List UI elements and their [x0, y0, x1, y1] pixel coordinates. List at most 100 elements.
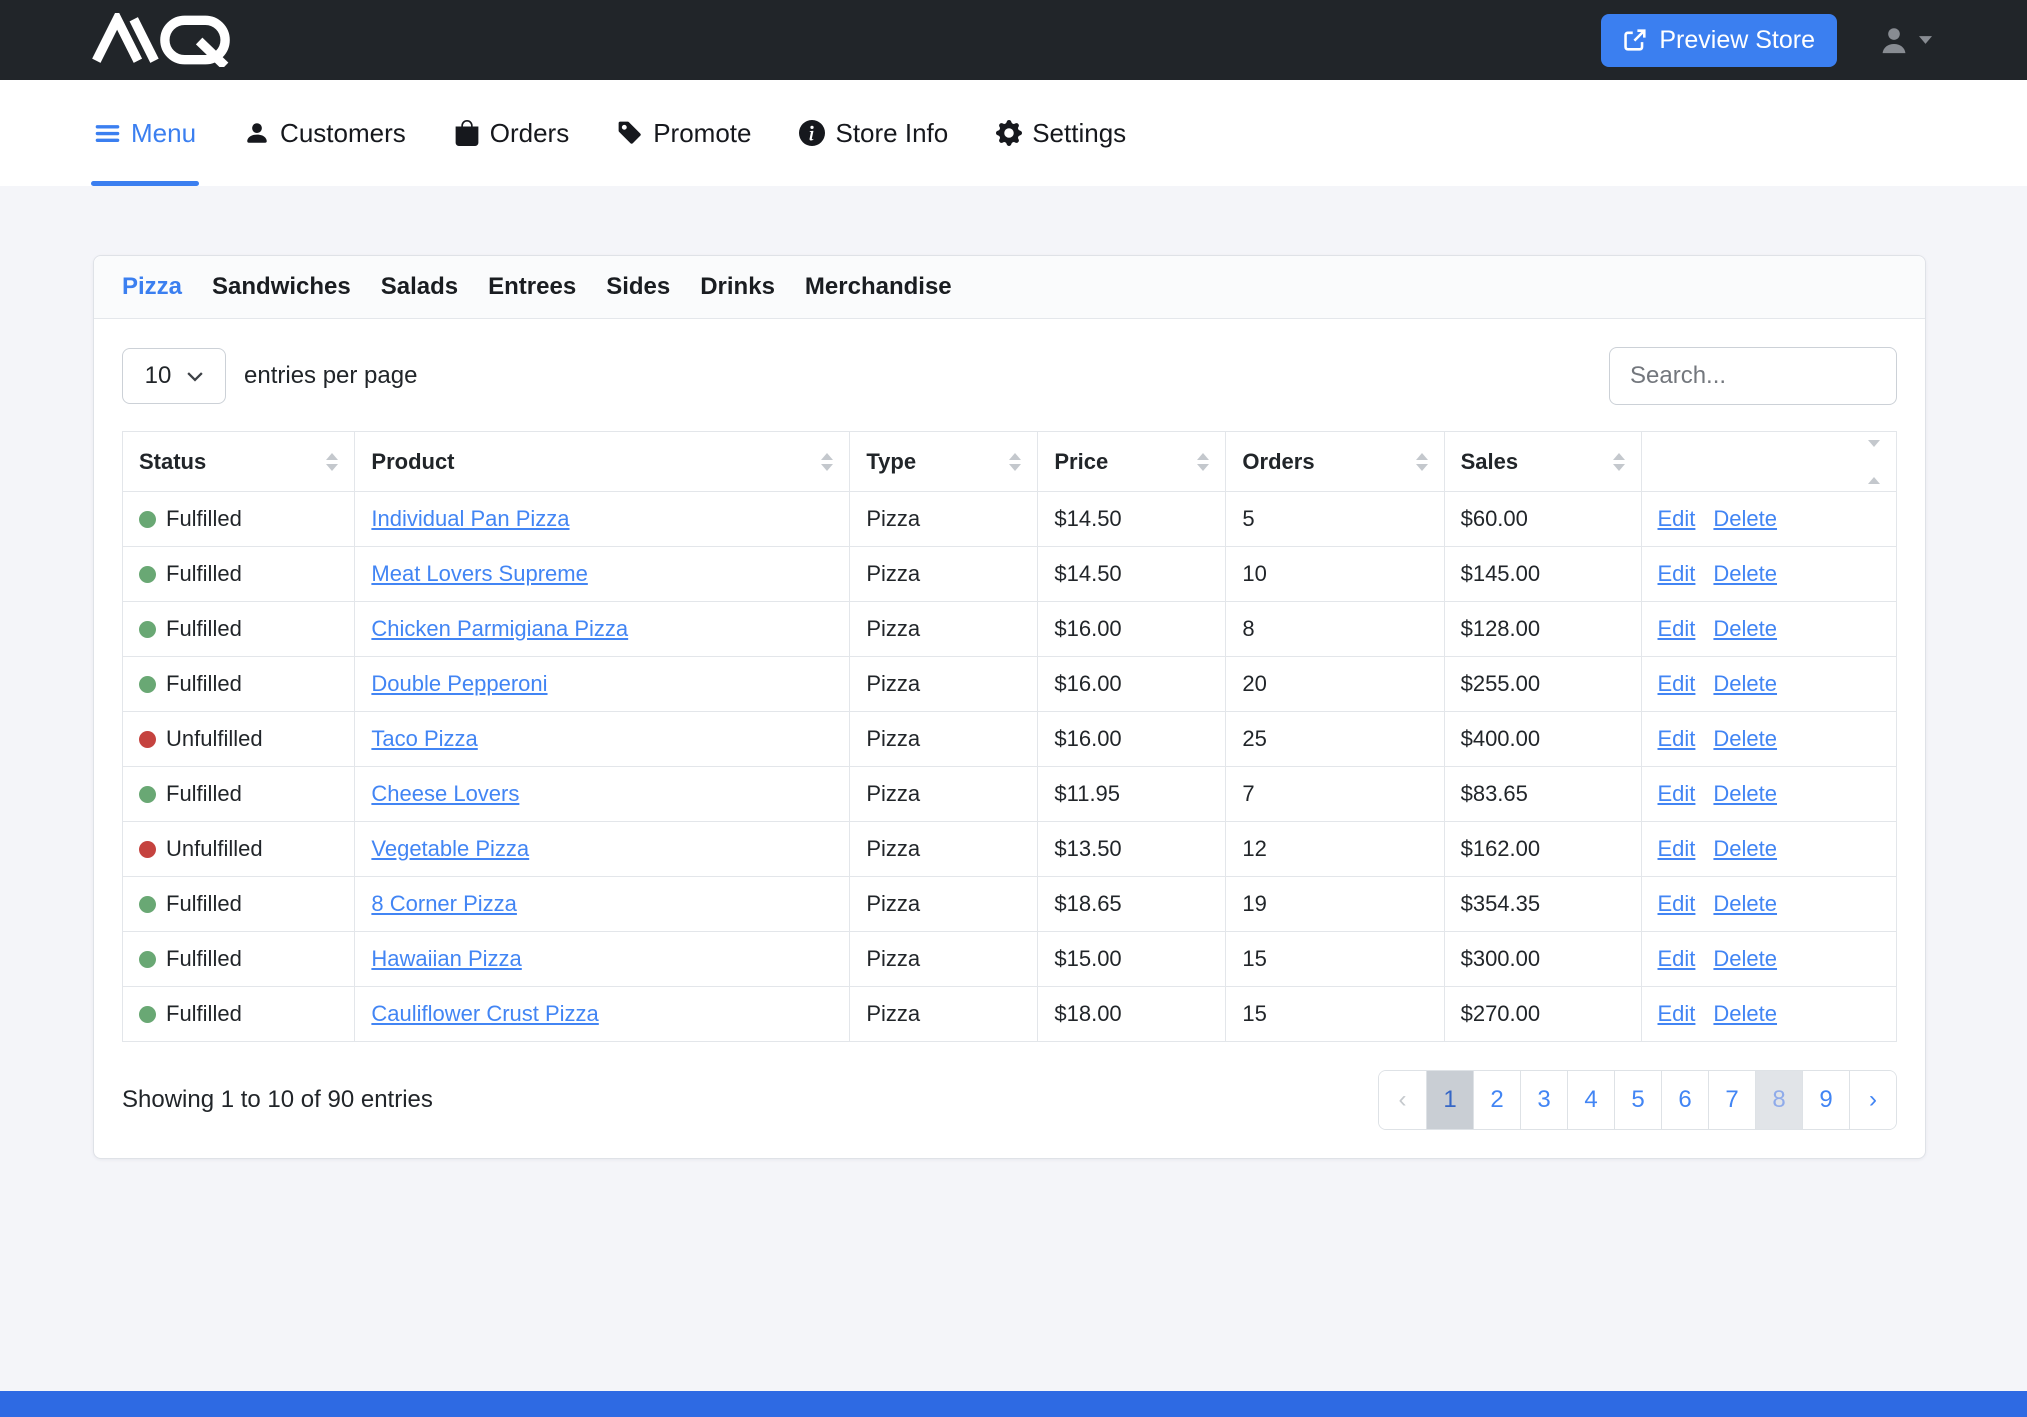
nav-item-settings[interactable]: Settings — [996, 80, 1126, 186]
product-link[interactable]: 8 Corner Pizza — [371, 891, 517, 916]
pagination-page-2[interactable]: 2 — [1473, 1071, 1520, 1129]
pagination-page-4[interactable]: 4 — [1567, 1071, 1614, 1129]
tab-entrees[interactable]: Entrees — [488, 273, 576, 301]
nav-item-store-info[interactable]: Store Info — [799, 80, 948, 186]
nav-item-label: Store Info — [835, 118, 948, 149]
edit-link[interactable]: Edit — [1658, 781, 1696, 807]
price-value: $11.95 — [1054, 781, 1120, 806]
nav-item-label: Promote — [653, 118, 751, 149]
edit-link[interactable]: Edit — [1658, 836, 1696, 862]
search-input[interactable] — [1609, 347, 1897, 405]
pagination-page-3[interactable]: 3 — [1520, 1071, 1567, 1129]
pagination-page-6[interactable]: 6 — [1661, 1071, 1708, 1129]
orders-value: 5 — [1242, 506, 1254, 531]
nav-item-label: Orders — [490, 118, 569, 149]
column-header-price[interactable]: Price — [1038, 432, 1226, 492]
pagination-prev[interactable]: ‹ — [1379, 1071, 1426, 1129]
sales-value: $400.00 — [1461, 726, 1541, 751]
edit-link[interactable]: Edit — [1658, 506, 1696, 532]
delete-link[interactable]: Delete — [1713, 946, 1777, 972]
type-value: Pizza — [866, 671, 920, 696]
edit-link[interactable]: Edit — [1658, 946, 1696, 972]
table-row: UnfulfilledVegetable PizzaPizza$13.5012$… — [123, 822, 1897, 877]
product-link[interactable]: Cheese Lovers — [371, 781, 519, 806]
status-label: Fulfilled — [166, 1001, 242, 1027]
column-header-sales[interactable]: Sales — [1444, 432, 1641, 492]
product-link[interactable]: Meat Lovers Supreme — [371, 561, 587, 586]
status-label: Fulfilled — [166, 561, 242, 587]
table-row: FulfilledCheese LoversPizza$11.957$83.65… — [123, 767, 1897, 822]
nav-item-label: Settings — [1032, 118, 1126, 149]
delete-link[interactable]: Delete — [1713, 561, 1777, 587]
orders-value: 25 — [1242, 726, 1266, 751]
sort-icon — [1868, 440, 1880, 484]
delete-link[interactable]: Delete — [1713, 1001, 1777, 1027]
orders-value: 19 — [1242, 891, 1266, 916]
column-header-status[interactable]: Status — [123, 432, 355, 492]
edit-link[interactable]: Edit — [1658, 561, 1696, 587]
nav-item-label: Customers — [280, 118, 406, 149]
sales-value: $300.00 — [1461, 946, 1541, 971]
status-label: Unfulfilled — [166, 726, 263, 752]
sort-icon — [1613, 453, 1625, 471]
column-header-type[interactable]: Type — [850, 432, 1038, 492]
delete-link[interactable]: Delete — [1713, 836, 1777, 862]
delete-link[interactable]: Delete — [1713, 726, 1777, 752]
edit-link[interactable]: Edit — [1658, 891, 1696, 917]
delete-link[interactable]: Delete — [1713, 891, 1777, 917]
nav-item-customers[interactable]: Customers — [244, 80, 406, 186]
nav-item-menu[interactable]: Menu — [94, 80, 196, 186]
delete-link[interactable]: Delete — [1713, 671, 1777, 697]
product-link[interactable]: Double Pepperoni — [371, 671, 547, 696]
pagination-page-9[interactable]: 9 — [1802, 1071, 1849, 1129]
product-link[interactable]: Taco Pizza — [371, 726, 477, 751]
pagination-next[interactable]: › — [1849, 1071, 1896, 1129]
column-header-product[interactable]: Product — [355, 432, 850, 492]
pagination-page-5[interactable]: 5 — [1614, 1071, 1661, 1129]
caret-down-icon — [1919, 36, 1932, 44]
tab-sides[interactable]: Sides — [606, 273, 670, 301]
product-link[interactable]: Hawaiian Pizza — [371, 946, 521, 971]
delete-link[interactable]: Delete — [1713, 506, 1777, 532]
entries-per-page-select[interactable]: 10 — [122, 348, 226, 404]
sales-value: $145.00 — [1461, 561, 1541, 586]
column-header-actions[interactable] — [1641, 432, 1897, 492]
product-link[interactable]: Individual Pan Pizza — [371, 506, 569, 531]
column-label: Product — [371, 449, 454, 475]
orders-value: 10 — [1242, 561, 1266, 586]
tab-salads[interactable]: Salads — [381, 273, 458, 301]
tab-pizza[interactable]: Pizza — [122, 273, 182, 301]
tag-icon — [617, 120, 643, 146]
preview-store-button[interactable]: Preview Store — [1601, 14, 1837, 67]
showing-entries-text: Showing 1 to 10 of 90 entries — [122, 1086, 433, 1114]
nav-item-orders[interactable]: Orders — [454, 80, 569, 186]
delete-link[interactable]: Delete — [1713, 616, 1777, 642]
product-link[interactable]: Cauliflower Crust Pizza — [371, 1001, 598, 1026]
product-link[interactable]: Vegetable Pizza — [371, 836, 529, 861]
type-value: Pizza — [866, 836, 920, 861]
orders-value: 15 — [1242, 946, 1266, 971]
column-header-orders[interactable]: Orders — [1226, 432, 1444, 492]
sales-value: $83.65 — [1461, 781, 1528, 806]
pagination: ‹123456789› — [1378, 1070, 1897, 1130]
type-value: Pizza — [866, 616, 920, 641]
pagination-page-1[interactable]: 1 — [1426, 1071, 1473, 1129]
edit-link[interactable]: Edit — [1658, 1001, 1696, 1027]
edit-link[interactable]: Edit — [1658, 726, 1696, 752]
nav-item-promote[interactable]: Promote — [617, 80, 751, 186]
table-row: FulfilledIndividual Pan PizzaPizza$14.50… — [123, 492, 1897, 547]
product-link[interactable]: Chicken Parmigiana Pizza — [371, 616, 628, 641]
pagination-page-7[interactable]: 7 — [1708, 1071, 1755, 1129]
user-menu[interactable] — [1879, 25, 1932, 55]
tab-drinks[interactable]: Drinks — [700, 273, 775, 301]
pagination-page-8[interactable]: 8 — [1755, 1071, 1802, 1129]
tab-merchandise[interactable]: Merchandise — [805, 273, 952, 301]
edit-link[interactable]: Edit — [1658, 616, 1696, 642]
delete-link[interactable]: Delete — [1713, 781, 1777, 807]
table-body: FulfilledIndividual Pan PizzaPizza$14.50… — [123, 492, 1897, 1042]
status-label: Fulfilled — [166, 671, 242, 697]
edit-link[interactable]: Edit — [1658, 671, 1696, 697]
sales-value: $128.00 — [1461, 616, 1541, 641]
tab-sandwiches[interactable]: Sandwiches — [212, 273, 351, 301]
status-dot — [139, 511, 156, 528]
